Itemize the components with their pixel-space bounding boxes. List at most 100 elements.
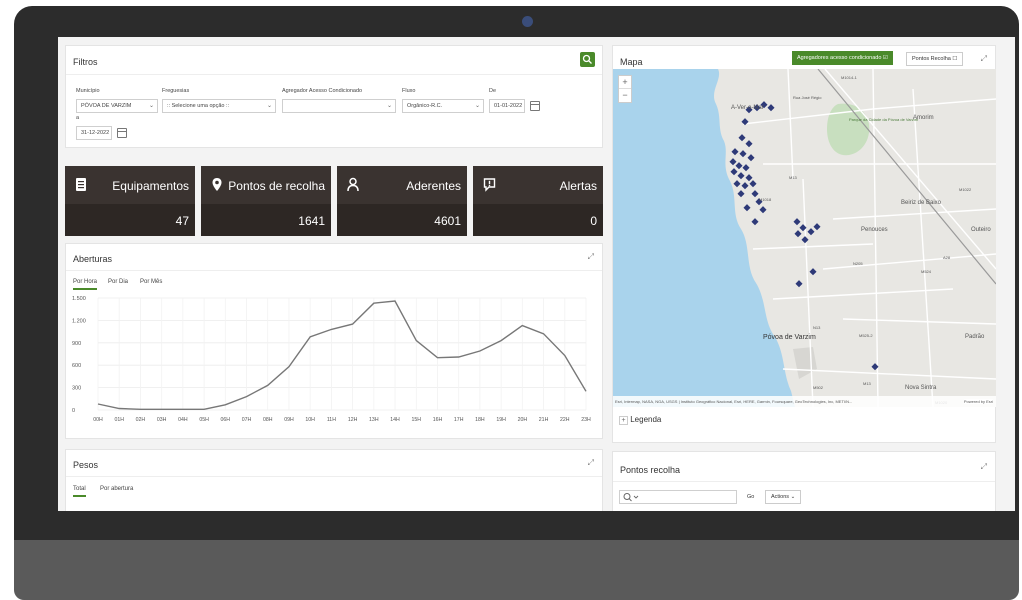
kpi-label: Alertas	[559, 179, 597, 193]
chevron-down-icon: ⌄	[148, 103, 154, 109]
municipio-value: PÓVOA DE VARZIM	[81, 103, 132, 109]
kpi-alertas[interactable]: Alertas 0	[473, 166, 603, 236]
kpi-equipamentos[interactable]: Equipamentos 47	[65, 166, 195, 236]
calendar-icon[interactable]	[117, 128, 127, 138]
kpi-header: Pontos de recolha	[201, 166, 331, 204]
x-tick-label: 11H	[327, 417, 336, 423]
y-tick-label: 900	[72, 341, 81, 347]
a-date-input[interactable]: 31-12-2022	[76, 126, 112, 140]
agregador-label: Agregador Acesso Condicionado	[282, 88, 363, 94]
legend-toggle[interactable]: + Legenda	[619, 415, 661, 425]
mapa-panel: Mapa Agregadores acesso condicionado ☑ P…	[612, 45, 996, 443]
divider	[66, 476, 602, 477]
map-label: A28	[943, 255, 951, 260]
kpi-footer: 47	[65, 204, 195, 236]
zoom-controls: + −	[618, 75, 632, 103]
legend-label: Legenda	[630, 415, 662, 424]
fluxo-value: Orgânico-R.C.	[407, 103, 443, 109]
tab-por-mes[interactable]: Por Mês	[140, 279, 162, 285]
x-tick-label: 15H	[411, 417, 421, 423]
dashboard-screen: Filtros Município PÓVOA DE VARZIM ⌄ Fregu…	[58, 37, 1015, 511]
x-tick-label: 00H	[93, 417, 103, 423]
fluxo-label: Fluxo	[402, 88, 416, 94]
kpi-header: Equipamentos	[65, 166, 195, 204]
search-button[interactable]	[580, 52, 595, 67]
y-tick-label: 300	[72, 386, 81, 392]
search-icon[interactable]	[622, 491, 640, 503]
x-tick-label: 08H	[263, 417, 273, 423]
map-label: A-Ver-o-Mar	[731, 105, 764, 111]
divider	[66, 74, 602, 75]
powered-by-esri[interactable]: Powered by Esri	[963, 399, 993, 404]
y-tick-label: 600	[72, 363, 81, 369]
kpi-label: Pontos de recolha	[228, 179, 325, 193]
chevron-down-icon: ⌄	[266, 103, 272, 109]
map-attribution-bar: Esri, Intermap, NASA, NGA, USGS | Instit…	[613, 396, 996, 407]
kpi-footer: 4601	[337, 204, 467, 236]
map-label: M13	[789, 175, 798, 180]
map-label: Penouces	[861, 227, 888, 233]
kpi-value: 1641	[298, 214, 325, 228]
actions-menu-button[interactable]: Actions ⌄	[765, 490, 802, 504]
laptop-base	[14, 540, 1019, 600]
kpi-value: 0	[590, 214, 597, 228]
x-tick-label: 04H	[178, 417, 188, 423]
filters-title: Filtros	[73, 57, 98, 67]
series-line-aberturas	[97, 300, 587, 411]
x-tick-label: 13H	[369, 417, 379, 423]
x-tick-label: 23H	[581, 417, 591, 423]
chevron-down-icon: ⌄	[790, 494, 796, 500]
agregadores-toggle-button[interactable]: Agregadores acesso condicionado ☑	[792, 51, 893, 65]
x-tick-label: 10H	[305, 417, 315, 423]
fluxo-select[interactable]: Orgânico-R.C. ⌄	[402, 99, 484, 113]
kpi-footer: 1641	[201, 204, 331, 236]
kpi-aderentes[interactable]: Aderentes 4601	[337, 166, 467, 236]
x-tick-label: 17H	[454, 417, 464, 423]
chevron-down-icon: ⌄	[386, 103, 392, 109]
map-label: N205	[853, 261, 863, 266]
agregador-select[interactable]: ⌄	[282, 99, 396, 113]
expand-icon[interactable]: ⤢	[588, 252, 594, 262]
expand-icon[interactable]: ⤢	[588, 458, 594, 468]
de-label: De	[489, 88, 497, 94]
kpi-header: Alertas	[473, 166, 603, 204]
tab-por-hora[interactable]: Por Hora	[73, 279, 98, 290]
alert-icon	[483, 177, 497, 193]
x-tick-label: 01H	[114, 417, 124, 423]
map-label: M13	[863, 381, 872, 386]
kpi-label: Equipamentos	[112, 179, 189, 193]
x-tick-label: 21H	[539, 417, 549, 423]
zoom-in-button[interactable]: +	[619, 76, 631, 89]
x-tick-label: 07H	[242, 417, 252, 423]
tab-por-abertura[interactable]: Por abertura	[100, 486, 133, 492]
de-date-input[interactable]: 01-01-2022	[489, 99, 525, 113]
map-label: Rua José Régio	[793, 95, 822, 100]
calendar-icon[interactable]	[530, 101, 540, 111]
municipio-select[interactable]: PÓVOA DE VARZIM ⌄	[76, 99, 158, 113]
x-tick-label: 19H	[496, 417, 506, 423]
pontos-search-input[interactable]	[619, 490, 737, 504]
tab-por-dia[interactable]: Por Dia	[108, 279, 128, 285]
tab-total[interactable]: Total	[73, 486, 86, 497]
x-tick-label: 09H	[284, 417, 294, 423]
mapa-title: Mapa	[620, 57, 643, 67]
y-tick-label: 1.500	[72, 296, 86, 302]
divider	[66, 270, 602, 271]
x-tick-label: 22H	[560, 417, 570, 423]
expand-icon[interactable]: ⤢	[981, 462, 987, 472]
zoom-out-button[interactable]: −	[619, 89, 631, 102]
pontos-recolha-panel: Pontos recolha ⤢ Go Actions ⌄	[612, 451, 996, 511]
map-label: Póvoa de Varzim	[763, 334, 816, 341]
kpi-pontos-recolha[interactable]: Pontos de recolha 1641	[201, 166, 331, 236]
map-view[interactable]: Amorim A-Ver-o-Mar Rua José Régio Beiriz…	[613, 69, 996, 407]
kpi-footer: 0	[473, 204, 603, 236]
expand-icon[interactable]: ⤢	[981, 54, 987, 64]
kpi-value: 4601	[434, 214, 461, 228]
freguesias-label: Freguesias	[162, 88, 190, 94]
go-button[interactable]: Go	[741, 490, 761, 504]
aberturas-line-chart: 1.500 1.200 900 600 300 0 00H 01H 02H 03H 04H 05H 06…	[72, 296, 591, 423]
freguesias-select[interactable]: :: Selecione uma opção :: ⌄	[162, 99, 276, 113]
agregadores-label: Agregadores acesso condicionado	[797, 55, 882, 61]
pontos-recolha-toggle-button[interactable]: Pontos Recolha ☐	[906, 52, 964, 66]
x-tick-label: 12H	[348, 417, 358, 423]
